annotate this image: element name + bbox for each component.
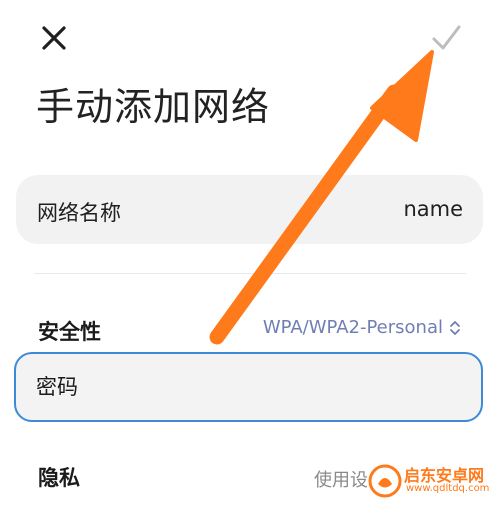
divider <box>34 273 466 274</box>
security-value[interactable]: WPA/WPA2-Personal <box>263 317 443 338</box>
security-label: 安全性 <box>38 320 101 344</box>
close-button[interactable] <box>36 20 72 56</box>
confirm-button[interactable] <box>426 20 466 56</box>
close-icon <box>42 26 66 50</box>
chevron-up-down-icon <box>450 321 460 335</box>
network-name-label: 网络名称 <box>37 201 121 225</box>
privacy-value[interactable]: 使用设 <box>314 466 368 492</box>
watermark-logo-icon <box>368 464 402 498</box>
page-title: 手动添加网络 <box>36 85 271 129</box>
password-input[interactable] <box>14 352 483 422</box>
privacy-label: 隐私 <box>38 466 80 490</box>
network-name-field[interactable]: 网络名称 name <box>16 175 483 244</box>
network-name-value[interactable]: name <box>403 197 463 221</box>
watermark: 启东安卓网 www.qdltdq.com <box>368 462 498 502</box>
security-selector[interactable]: 安全性 WPA/WPA2-Personal <box>0 306 500 350</box>
checkmark-icon <box>432 25 461 50</box>
watermark-url: www.qdltdq.com <box>406 483 490 494</box>
